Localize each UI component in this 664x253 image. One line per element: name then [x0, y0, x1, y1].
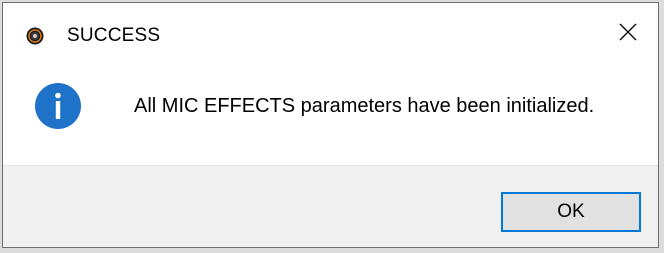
close-button[interactable] — [598, 3, 658, 65]
app-logo-icon — [26, 27, 44, 45]
dialog-footer: OK — [3, 165, 658, 247]
message-dialog: SUCCESS All MIC EFFECTS parameters have … — [2, 2, 659, 248]
window-title: SUCCESS — [67, 25, 161, 46]
dialog-content: All MIC EFFECTS parameters have been ini… — [3, 65, 658, 165]
ok-button[interactable]: OK — [501, 192, 641, 232]
close-icon — [619, 23, 637, 46]
title-bar[interactable]: SUCCESS — [3, 3, 658, 65]
dialog-message: All MIC EFFECTS parameters have been ini… — [134, 95, 595, 117]
info-icon — [34, 82, 82, 130]
